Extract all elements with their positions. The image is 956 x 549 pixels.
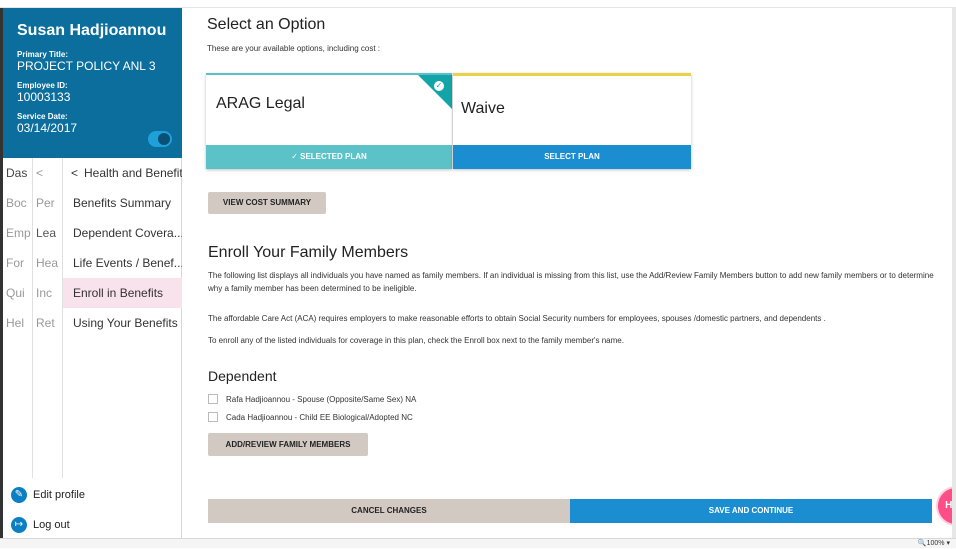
- enroll-checkbox[interactable]: [208, 412, 218, 422]
- chevron-down-icon: ▾: [944, 540, 950, 547]
- primary-title-value: PROJECT POLICY ANL 3: [17, 59, 156, 73]
- selected-plan-label: SELECTED PLAN: [300, 152, 367, 161]
- scrollbar[interactable]: [952, 8, 956, 538]
- profile-toggle[interactable]: [148, 131, 172, 147]
- nav-item[interactable]: Das: [3, 158, 32, 188]
- nav-column-1: Das Boc Emp For Qui Hel: [3, 158, 33, 478]
- sidebar-item-benefits-summary[interactable]: Benefits Summary: [63, 188, 182, 218]
- sidebar-item-using-your-benefits[interactable]: Using Your Benefits: [63, 308, 182, 338]
- employee-id-value: 10003133: [17, 90, 71, 104]
- nav-item[interactable]: Hel: [3, 308, 32, 338]
- cancel-changes-button[interactable]: CANCEL CHANGES: [208, 499, 570, 523]
- nav-column-3: < Health and Benefits Benefits Summary De…: [63, 158, 182, 478]
- bottom-links: ✎ Edit profile ↦ Log out: [3, 480, 182, 540]
- nav-item[interactable]: Lea: [33, 218, 62, 248]
- back-icon[interactable]: <: [63, 166, 84, 180]
- logout-label: Log out: [33, 519, 70, 531]
- nav-item[interactable]: Inc: [33, 278, 62, 308]
- nav-item[interactable]: Qui: [3, 278, 32, 308]
- dependent-label: Rafa Hadjioannou - Spouse (Opposite/Same…: [226, 394, 417, 404]
- select-plan-button[interactable]: SELECT PLAN: [453, 145, 691, 169]
- check-circle-icon: ✓: [291, 152, 301, 161]
- zoom-value: 100%: [926, 540, 945, 547]
- logout-link[interactable]: ↦ Log out: [3, 510, 182, 540]
- profile-card: Susan Hadjioannou Primary Title: PROJECT…: [3, 8, 182, 158]
- sidebar-item-enroll-in-benefits[interactable]: Enroll in Benefits: [63, 278, 182, 308]
- save-and-continue-button[interactable]: SAVE AND CONTINUE: [570, 499, 932, 523]
- edit-profile-link[interactable]: ✎ Edit profile: [3, 480, 182, 510]
- enroll-heading: Enroll Your Family Members: [208, 244, 409, 261]
- selected-corner: [418, 75, 452, 109]
- dependent-heading: Dependent: [208, 368, 277, 384]
- dependent-label: Cada Hadjioannou - Child EE Biological/A…: [226, 412, 413, 422]
- check-icon: ✓: [434, 81, 444, 91]
- sidebar-item-dependent-coverage[interactable]: Dependent Covera...: [63, 218, 182, 248]
- dependent-row[interactable]: Cada Hadjioannou - Child EE Biological/A…: [208, 409, 413, 425]
- plan-title: ARAG Legal: [216, 95, 305, 112]
- enroll-paragraph-3: To enroll any of the listed individuals …: [208, 336, 624, 345]
- plan-card-arag-legal[interactable]: ✓ ARAG Legal ✓ SELECTED PLAN: [206, 73, 452, 169]
- status-bar: 🔍100% ▾: [0, 538, 956, 548]
- enroll-checkbox[interactable]: [208, 394, 218, 404]
- nav-item[interactable]: Hea: [33, 248, 62, 278]
- nav-panel: Das Boc Emp For Qui Hel < Per Lea Hea In…: [3, 158, 182, 478]
- top-strip: [0, 0, 956, 8]
- main-content: Select an Option These are your availabl…: [183, 8, 956, 538]
- nav-column-2: < Per Lea Hea Inc Ret: [33, 158, 63, 478]
- page-subtitle: These are your available options, includ…: [207, 44, 380, 53]
- zoom-icon: 🔍: [917, 540, 927, 547]
- nav-item[interactable]: Emp: [3, 218, 32, 248]
- nav-back[interactable]: <: [33, 158, 62, 188]
- pencil-icon: ✎: [11, 487, 27, 503]
- dependent-row[interactable]: Rafa Hadjioannou - Spouse (Opposite/Same…: [208, 391, 416, 407]
- add-review-family-members-button[interactable]: ADD/REVIEW FAMILY MEMBERS: [208, 433, 368, 456]
- nav-header-label: Health and Benefits: [84, 166, 182, 180]
- plan-cards: ✓ ARAG Legal ✓ SELECTED PLAN Waive SELEC…: [206, 73, 691, 169]
- enroll-paragraph-2: The affordable Care Act (ACA) requires e…: [208, 314, 826, 323]
- enroll-paragraph-1: The following list displays all individu…: [208, 271, 934, 293]
- nav-item[interactable]: Boc: [3, 188, 32, 218]
- nav-header[interactable]: < Health and Benefits: [63, 158, 182, 188]
- plan-title: Waive: [461, 100, 505, 117]
- selected-plan-bar[interactable]: ✓ SELECTED PLAN: [206, 145, 452, 169]
- profile-name: Susan Hadjioannou: [17, 22, 167, 39]
- app-frame: Susan Hadjioannou Primary Title: PROJECT…: [0, 0, 956, 548]
- edit-profile-label: Edit profile: [33, 489, 85, 501]
- view-cost-summary-button[interactable]: VIEW COST SUMMARY: [208, 192, 326, 214]
- nav-item[interactable]: Ret: [33, 308, 62, 338]
- sidebar: Susan Hadjioannou Primary Title: PROJECT…: [3, 8, 182, 538]
- logout-icon: ↦: [11, 517, 27, 533]
- nav-item[interactable]: For: [3, 248, 32, 278]
- page-title: Select an Option: [207, 16, 326, 33]
- plan-card-waive[interactable]: Waive SELECT PLAN: [453, 73, 691, 169]
- nav-item[interactable]: Per: [33, 188, 62, 218]
- sidebar-item-life-events[interactable]: Life Events / Benef...: [63, 248, 182, 278]
